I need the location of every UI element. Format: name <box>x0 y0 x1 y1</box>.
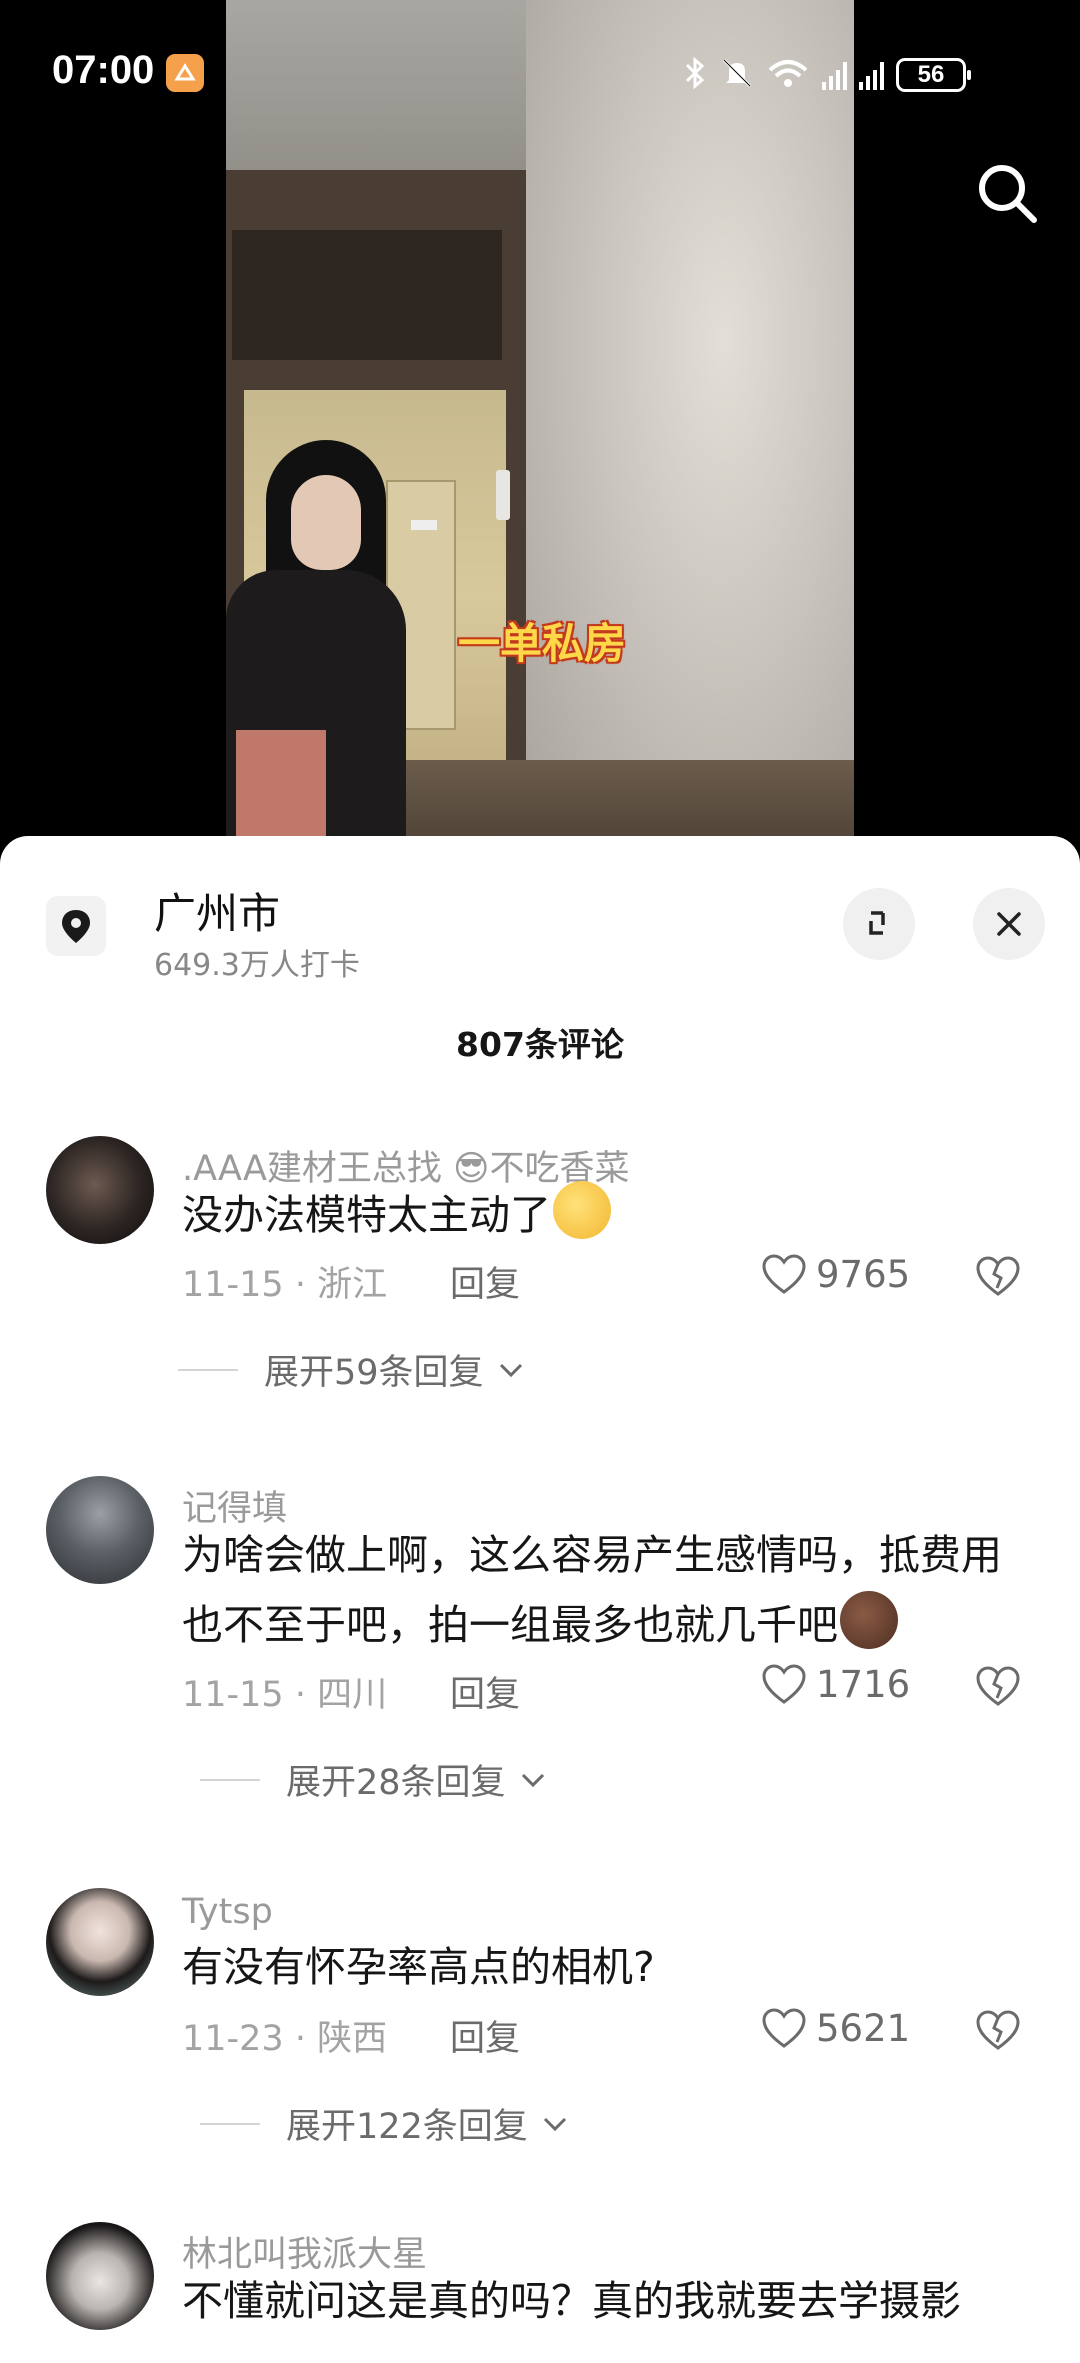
video-person-bag <box>236 730 326 850</box>
like-count: 9765 <box>816 1252 911 1296</box>
comment-username[interactable]: Tytsp <box>182 1892 273 1932</box>
signal-icon-1 <box>822 60 847 90</box>
chevron-down-icon <box>499 1363 522 1377</box>
avatar[interactable] <box>46 1888 154 1996</box>
comment-text: 有没有怀孕率高点的相机? <box>182 1943 655 1991</box>
reply-button[interactable]: 回复 <box>450 1256 520 1307</box>
comment-meta: 11-15 · 四川 <box>182 1675 388 1715</box>
expand-icon <box>869 911 885 935</box>
battery-indicator: 56 <box>896 58 971 92</box>
divider-line <box>178 1368 238 1371</box>
dislike-button[interactable] <box>974 2008 1022 2056</box>
search-icon <box>979 165 1037 223</box>
video-person <box>226 440 406 850</box>
location-pin-icon <box>46 896 106 956</box>
video-door-handle <box>496 470 510 520</box>
video-door-sign <box>411 520 437 530</box>
comments-sheet: 广州市 649.3万人打卡 807条评论 .AAA建材王总找 😎不吃香菜 没办法… <box>0 836 1080 2363</box>
expand-replies-button[interactable]: 展开59条回复 <box>178 1344 526 1395</box>
status-time: 07:00 <box>52 48 155 92</box>
comment-text: 为啥会做上啊，这么容易产生感情吗，抵费用也不至于吧，拍一组最多也就几千吧 <box>182 1520 1032 1660</box>
broken-heart-icon <box>976 1666 1020 1706</box>
video-caption: 一单私房 <box>457 619 626 668</box>
chevron-down-icon <box>521 1773 544 1787</box>
like-button[interactable]: 1716 <box>760 1662 910 1706</box>
expand-replies-button[interactable]: 展开122条回复 <box>200 2098 570 2149</box>
avatar[interactable] <box>46 1476 154 1584</box>
app-notification-icon <box>166 54 204 92</box>
expand-replies-label: 展开28条回复 <box>286 1763 506 1803</box>
like-count: 1716 <box>816 1662 911 1706</box>
status-bar: 07:00 56 <box>0 40 1080 110</box>
brown-face-emoji-icon <box>840 1591 898 1649</box>
comment-text: 不懂就问这是真的吗？真的我就要去学摄影 <box>182 2277 961 2325</box>
signal-icon-2 <box>859 60 884 90</box>
location-checkin-count: 649.3万人打卡 <box>154 948 360 983</box>
location-row[interactable]: 广州市 649.3万人打卡 <box>0 836 1080 1006</box>
video-wall <box>526 0 854 850</box>
comment-text: 没办法模特太主动了 <box>182 1180 1032 1250</box>
heart-icon <box>762 1664 806 1704</box>
video-transom <box>232 230 502 360</box>
divider-line <box>200 2122 260 2125</box>
close-button[interactable] <box>973 888 1045 960</box>
broken-heart-icon <box>976 2010 1020 2050</box>
broken-heart-icon <box>976 1256 1020 1296</box>
status-icons: 56 <box>682 50 971 100</box>
reply-button[interactable]: 回复 <box>450 2010 520 2061</box>
like-button[interactable]: 5621 <box>760 2006 910 2050</box>
bluetooth-icon <box>682 56 708 95</box>
heart-icon <box>762 1254 806 1294</box>
shy-face-emoji-icon <box>553 1181 611 1239</box>
like-count: 5621 <box>816 2006 911 2050</box>
avatar[interactable] <box>46 2222 154 2330</box>
video-player[interactable]: 一单私房 <box>0 0 1080 850</box>
dislike-button[interactable] <box>974 1254 1022 1302</box>
reply-button[interactable]: 回复 <box>450 1666 520 1717</box>
divider-line <box>200 1778 260 1781</box>
location-title: 广州市 <box>154 889 281 938</box>
wifi-icon <box>766 56 810 95</box>
comment-item: 记得填 为啥会做上啊，这么容易产生感情吗，抵费用也不至于吧，拍一组最多也就几千吧… <box>0 1476 1080 1806</box>
comment-text-body: 没办法模特太主动了 <box>182 1191 551 1239</box>
video-person-face <box>291 475 361 570</box>
expand-button[interactable] <box>843 888 915 960</box>
dislike-button[interactable] <box>974 1664 1022 1712</box>
expand-replies-label: 展开59条回复 <box>264 1353 484 1393</box>
avatar[interactable] <box>46 1136 154 1244</box>
search-button[interactable] <box>972 158 1042 228</box>
mute-bell-icon <box>720 56 754 95</box>
heart-icon <box>762 2008 806 2048</box>
expand-replies-button[interactable]: 展开28条回复 <box>200 1754 548 1805</box>
comment-meta: 11-23 · 陕西 <box>182 2019 388 2059</box>
comment-meta: 11-15 · 浙江 <box>182 1265 388 1305</box>
comment-count: 807条评论 <box>456 1025 624 1064</box>
close-icon <box>997 912 1021 936</box>
chevron-down-icon <box>543 2117 566 2131</box>
video-frame <box>226 0 854 850</box>
comment-item: Tytsp 有没有怀孕率高点的相机? 11-23 · 陕西 回复 5621 展开… <box>0 1888 1080 2148</box>
expand-replies-label: 展开122条回复 <box>286 2107 528 2147</box>
like-button[interactable]: 9765 <box>760 1252 910 1296</box>
comment-item: .AAA建材王总找 😎不吃香菜 没办法模特太主动了 11-15 · 浙江 回复 … <box>0 1136 1080 1396</box>
comment-item: 林北叫我派大星 不懂就问这是真的吗？真的我就要去学摄影 <box>0 2222 1080 2363</box>
